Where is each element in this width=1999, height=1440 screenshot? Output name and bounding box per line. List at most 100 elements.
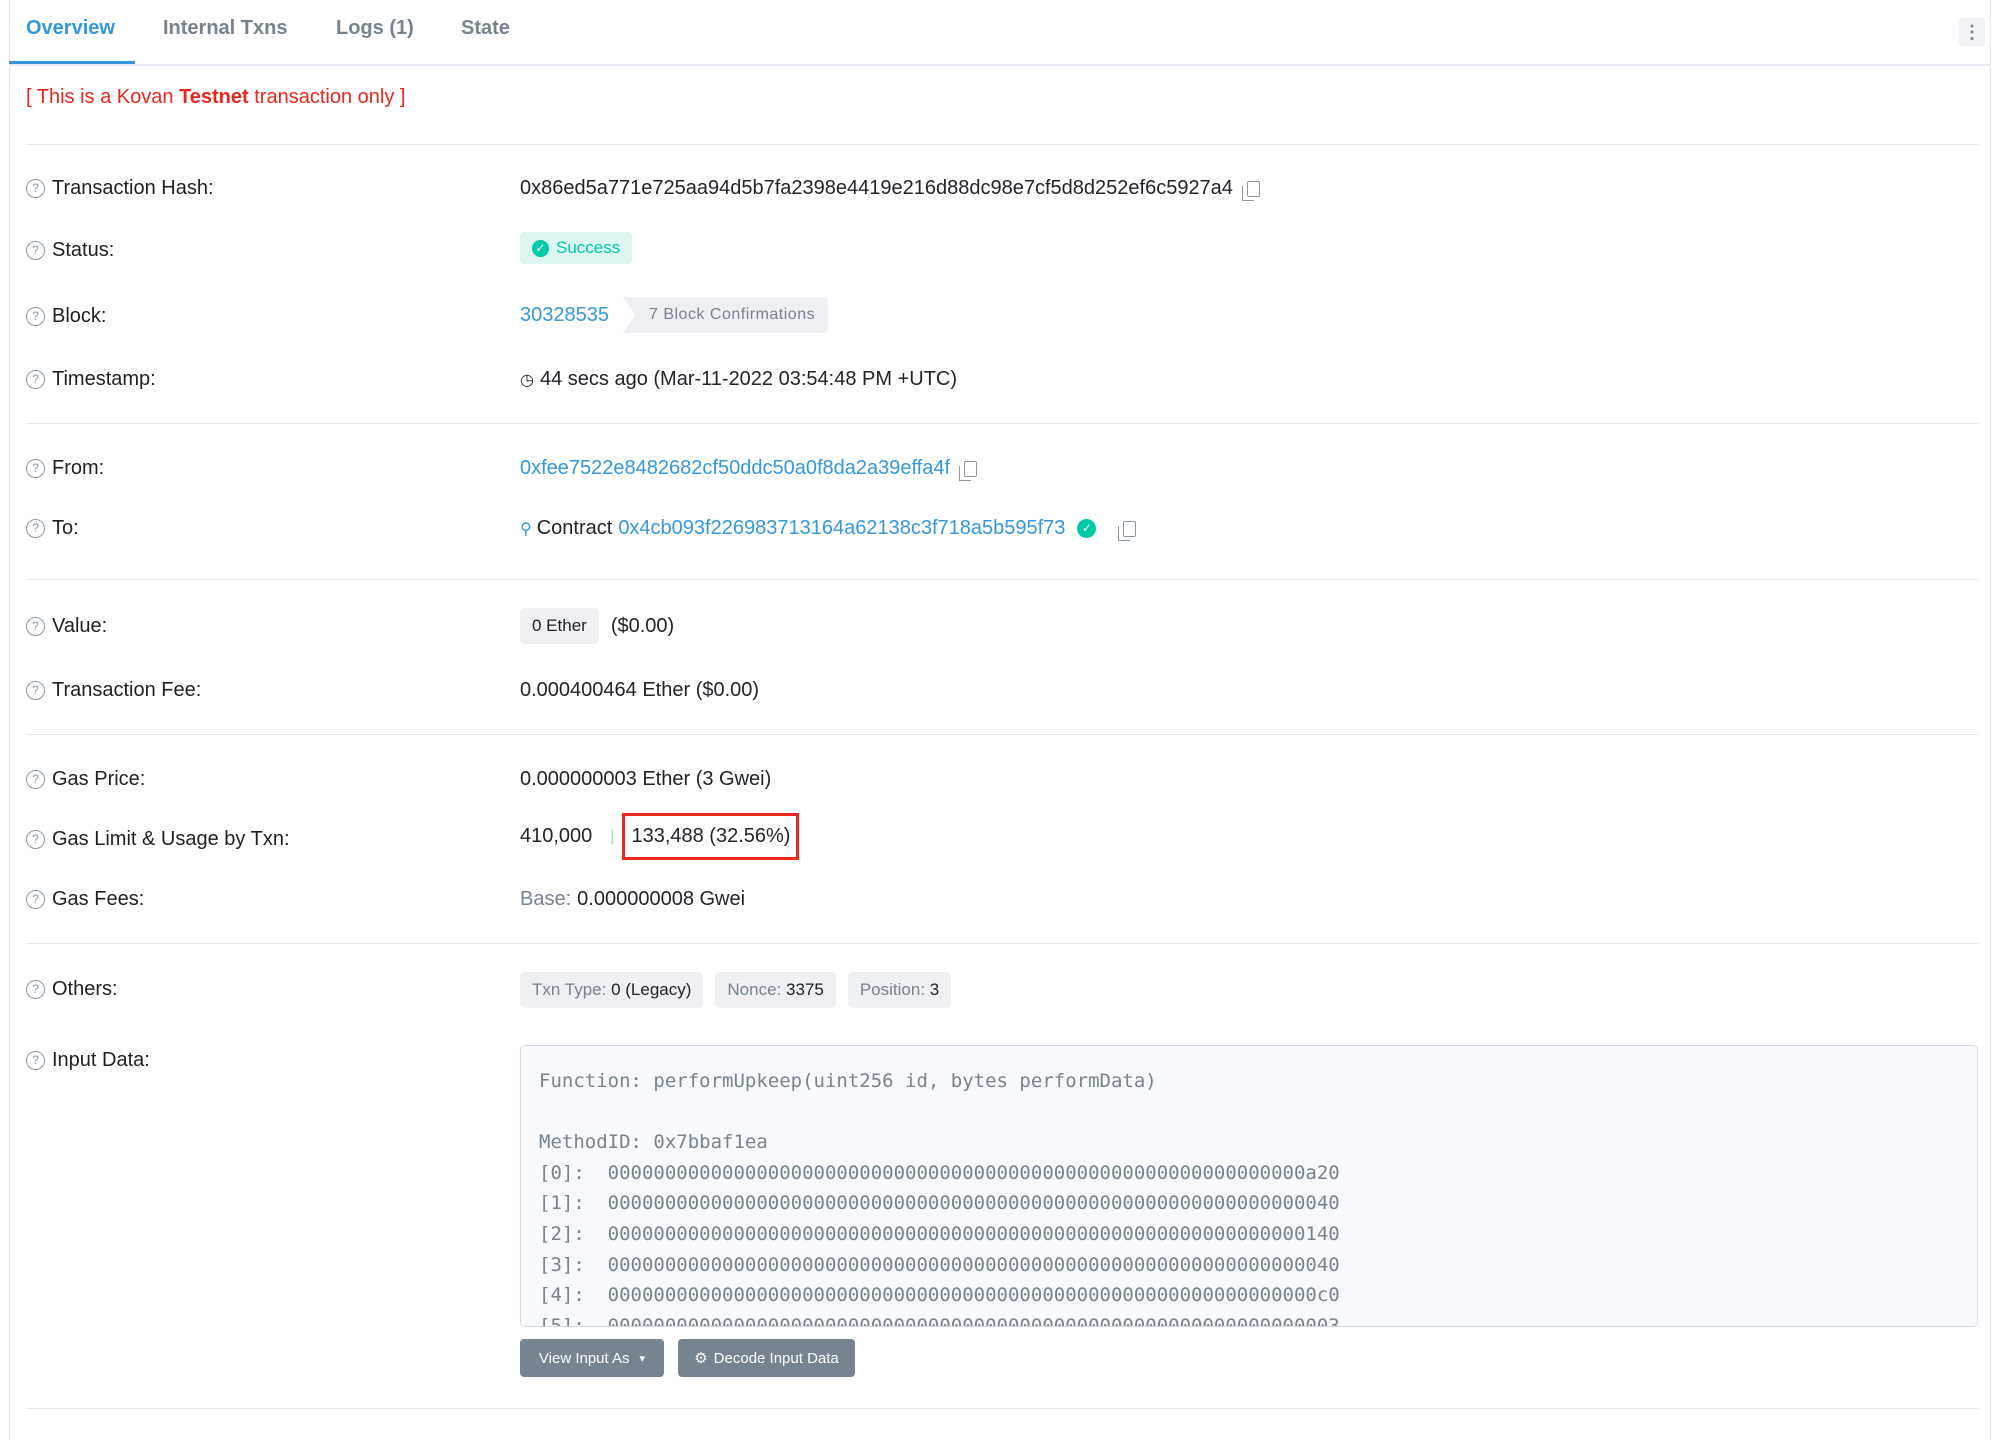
position-pill: Position: 3 — [847, 972, 952, 1008]
label-others: ? Others: — [26, 978, 118, 1001]
from-address-link[interactable]: 0xfee7522e8482682cf50ddc50a0f8da2a39effa… — [520, 457, 950, 480]
tab-overview[interactable]: Overview — [26, 17, 115, 40]
divider — [26, 734, 1979, 735]
question-icon[interactable]: ? — [26, 770, 45, 789]
label-text: Timestamp: — [52, 368, 156, 390]
label-from: ? From: — [26, 457, 104, 480]
value-from: 0xfee7522e8482682cf50ddc50a0f8da2a39effa… — [520, 457, 978, 481]
input-data-text: Function: performUpkeep(uint256 id, byte… — [539, 1070, 1340, 1327]
label-hash: ? Transaction Hash: — [26, 177, 214, 200]
label-input: ? Input Data: — [26, 1049, 150, 1072]
value-block: 30328535 7 Block Confirmations — [520, 297, 829, 333]
txn-type-pill: Txn Type: 0 (Legacy) — [520, 972, 704, 1008]
value-status: ✓ Success — [520, 232, 633, 264]
value-hash: 0x86ed5a771e725aa94d5b7fa2398e4419e216d8… — [520, 177, 1260, 201]
label-text: To: — [52, 517, 79, 539]
question-icon[interactable]: ? — [26, 241, 45, 260]
label-gas-limit: ? Gas Limit & Usage by Txn: — [26, 828, 290, 851]
label-text: Gas Fees: — [52, 888, 145, 910]
value-gas-fees: Base: 0.000000008 Gwei — [520, 888, 745, 911]
gas-price-text: 0.000000003 Ether (3 Gwei) — [520, 768, 772, 790]
question-icon[interactable]: ? — [26, 617, 45, 636]
divider — [26, 423, 1979, 424]
copy-icon[interactable] — [1241, 180, 1260, 201]
button-label: Decode Input Data — [713, 1349, 839, 1367]
label-value: ? Value: — [26, 615, 107, 638]
question-icon[interactable]: ? — [26, 1051, 45, 1070]
pill-value: 0 (Legacy) — [611, 980, 692, 999]
question-icon[interactable]: ? — [26, 459, 45, 478]
testnet-banner: [ This is a Kovan Testnet transaction on… — [26, 86, 405, 109]
label-text: Transaction Hash: — [52, 177, 214, 199]
question-icon[interactable]: ? — [26, 307, 45, 326]
value-to: ⚲ Contract 0x4cb093f226983713164a62138c3f7… — [520, 517, 1137, 541]
pill-key: Txn Type: — [532, 980, 607, 999]
divider — [26, 579, 1979, 580]
input-data-textarea[interactable]: Function: performUpkeep(uint256 id, byte… — [520, 1045, 1978, 1327]
label-block: ? Block: — [26, 305, 106, 328]
separator: | — [610, 827, 615, 845]
tab-logs[interactable]: Logs (1) — [336, 17, 414, 40]
pill-value: 3 — [929, 980, 940, 999]
label-text: From: — [52, 457, 105, 479]
label-text: Status: — [52, 239, 115, 261]
question-icon[interactable]: ? — [26, 370, 45, 389]
question-icon[interactable]: ? — [26, 980, 45, 999]
question-icon[interactable]: ? — [26, 519, 45, 538]
pill-key: Nonce: — [727, 980, 782, 999]
tab-bar: Overview Internal Txns Logs (1) State ⋮ — [9, 0, 1990, 66]
tab-state[interactable]: State — [461, 17, 510, 40]
label-text: Block: — [52, 305, 107, 327]
value-others: Txn Type: 0 (Legacy) Nonce: 3375 Positio… — [520, 972, 963, 1008]
label-status: ? Status: — [26, 239, 114, 262]
kebab-vertical-icon[interactable]: ⋮ — [1959, 18, 1985, 46]
value-gas-price: 0.000000003 Ether (3 Gwei) — [520, 768, 771, 791]
gas-usage-highlight: 133,488 (32.56%) — [622, 813, 800, 860]
question-icon[interactable]: ? — [26, 830, 45, 849]
label-timestamp: ? Timestamp: — [26, 368, 156, 391]
copy-icon[interactable] — [1118, 520, 1137, 541]
status-text: Success — [556, 238, 621, 257]
banner-suffix: transaction only ] — [248, 86, 406, 108]
value-value: 0 Ether ($0.00) — [520, 608, 674, 644]
divider — [26, 943, 1979, 944]
label-text: Input Data: — [52, 1049, 150, 1071]
clock-icon: ◷ — [520, 371, 534, 389]
divider — [26, 1408, 1979, 1409]
value-gas-limit: 410,000 | 133,488 (32.56%) — [520, 813, 800, 860]
question-icon[interactable]: ? — [26, 890, 45, 909]
question-icon[interactable]: ? — [26, 681, 45, 700]
label-gas-fees: ? Gas Fees: — [26, 888, 144, 911]
usd-value: ($0.00) — [610, 614, 675, 637]
value-timestamp: ◷ 44 secs ago (Mar-11-2022 03:54:48 PM +U… — [520, 368, 957, 391]
label-gas-price: ? Gas Price: — [26, 768, 145, 791]
check-circle-icon: ✓ — [532, 239, 549, 257]
label-text: Transaction Fee: — [52, 679, 202, 701]
banner-bold: Testnet — [179, 86, 249, 108]
button-label: View Input As — [538, 1349, 630, 1367]
divider — [26, 144, 1979, 145]
label-fee: ? Transaction Fee: — [26, 679, 201, 702]
decode-input-button[interactable]: ⚙ Decode Input Data — [678, 1339, 855, 1377]
tx-hash: 0x86ed5a771e725aa94d5b7fa2398e4419e216d8… — [520, 177, 1233, 199]
verified-check-icon: ✓ — [1077, 519, 1097, 538]
gas-limit: 410,000 — [520, 825, 593, 847]
nonce-pill: Nonce: 3375 — [715, 972, 836, 1008]
contract-label: Contract — [536, 517, 613, 539]
magnifier-icon: ⚲ — [520, 520, 532, 538]
question-icon[interactable]: ? — [26, 179, 45, 198]
label-text: Gas Price: — [52, 768, 146, 790]
label-to: ? To: — [26, 517, 79, 540]
base-key: Base: — [520, 888, 572, 910]
active-tab-indicator — [9, 61, 135, 64]
copy-icon[interactable] — [959, 460, 978, 481]
pill-key: Position: — [859, 980, 926, 999]
view-input-as-button[interactable]: View Input As ▾ — [520, 1339, 664, 1377]
block-link[interactable]: 30328535 — [520, 304, 609, 327]
timestamp-text: 44 secs ago (Mar-11-2022 03:54:48 PM +UT… — [539, 368, 958, 390]
to-address-link[interactable]: 0x4cb093f226983713164a62138c3f718a5b595f… — [618, 517, 1065, 540]
base-fee: 0.000000008 Gwei — [577, 888, 746, 910]
tab-internal-txns[interactable]: Internal Txns — [163, 17, 287, 40]
label-text: Others: — [52, 978, 118, 1000]
value-fee: 0.000400464 Ether ($0.00) — [520, 679, 759, 702]
